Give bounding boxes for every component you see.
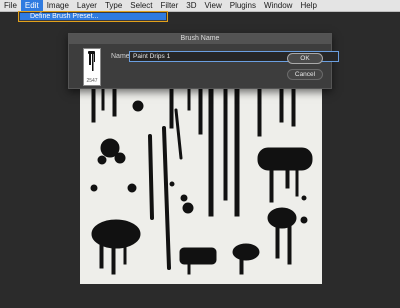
drip <box>174 108 183 160</box>
paint-drips-artwork <box>90 88 313 275</box>
drip <box>291 88 296 127</box>
drip <box>269 167 274 203</box>
drip <box>91 88 96 123</box>
drip <box>99 237 104 269</box>
brush-name-dialog: Brush Name 2547 Name: Paint Drips 1 OK C… <box>68 33 339 89</box>
paint-blob <box>267 207 297 229</box>
drip <box>295 167 299 197</box>
drip <box>101 88 105 111</box>
drip <box>285 167 290 189</box>
menu-filter[interactable]: Filter <box>157 0 183 11</box>
brush-preview-icon <box>88 51 95 71</box>
drip <box>111 239 116 275</box>
drip <box>279 88 284 123</box>
drip <box>148 134 154 220</box>
paint-blob <box>97 155 107 165</box>
paint-blob <box>91 219 141 249</box>
paint-blob <box>179 247 217 265</box>
drip <box>187 88 191 111</box>
menu-file[interactable]: File <box>0 0 21 11</box>
menu-edit[interactable]: Edit <box>20 0 43 11</box>
paint-blob <box>232 243 260 261</box>
drip <box>234 88 240 217</box>
brush-size-label: 2547 <box>84 78 100 85</box>
drip <box>112 88 117 117</box>
paint-blob <box>132 100 144 112</box>
menu-type[interactable]: Type <box>101 0 126 11</box>
menu-select[interactable]: Select <box>126 0 156 11</box>
brush-thumbnail: 2547 <box>83 48 101 86</box>
dialog-title: Brush Name <box>69 34 331 44</box>
ok-button[interactable]: OK <box>287 53 323 64</box>
paint-blob <box>114 152 126 164</box>
drip <box>123 237 127 265</box>
menu-view[interactable]: View <box>201 0 226 11</box>
paint-blob <box>301 195 307 201</box>
drip <box>223 88 228 201</box>
menu-window[interactable]: Window <box>260 0 296 11</box>
drip <box>257 88 262 137</box>
drip <box>187 259 191 275</box>
drip <box>239 253 244 275</box>
menu-layer[interactable]: Layer <box>73 0 101 11</box>
menu-3d[interactable]: 3D <box>182 0 200 11</box>
define-brush-preset-item[interactable]: Define Brush Preset... <box>20 13 166 20</box>
drip <box>275 219 280 259</box>
drip <box>198 88 203 135</box>
paint-blob <box>180 194 188 202</box>
paint-blob <box>300 216 308 224</box>
drip <box>162 126 171 270</box>
menu-plugins[interactable]: Plugins <box>226 0 260 11</box>
paint-blob <box>257 147 313 171</box>
menu-help[interactable]: Help <box>296 0 320 11</box>
menu-image[interactable]: Image <box>43 0 73 11</box>
paint-blob <box>90 184 98 192</box>
paint-blob <box>182 202 194 214</box>
paint-blob <box>127 183 137 193</box>
document-canvas[interactable] <box>80 88 322 284</box>
cancel-button[interactable]: Cancel <box>287 69 323 80</box>
drip <box>208 88 214 217</box>
drip <box>169 88 174 129</box>
paint-blob <box>169 181 175 187</box>
drip <box>287 219 292 265</box>
edit-menu-dropdown: Define Brush Preset... <box>18 11 168 22</box>
